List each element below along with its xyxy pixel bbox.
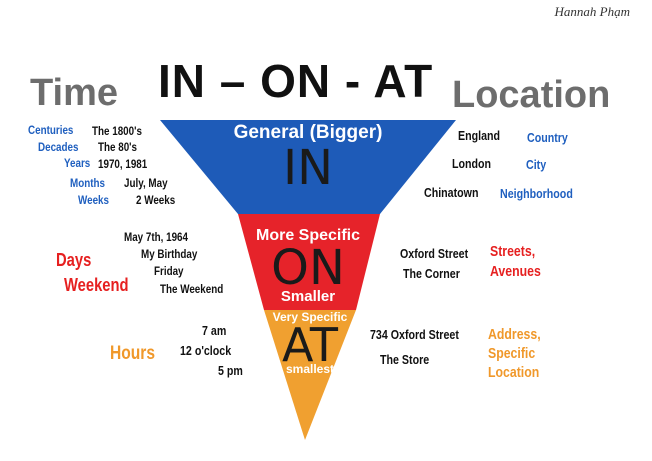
in-time-example: The 1800's bbox=[92, 124, 142, 138]
in-place: Chinatown bbox=[424, 185, 479, 200]
at-time-example: 5 pm bbox=[218, 363, 243, 378]
on-time-example: The Weekend bbox=[160, 282, 224, 296]
in-time-unit: Months bbox=[70, 176, 105, 190]
main-title: IN – ON - AT bbox=[158, 55, 434, 107]
at-place: 734 Oxford Street bbox=[370, 327, 459, 342]
in-place-type: Neighborhood bbox=[500, 186, 573, 201]
on-place-type: Avenues bbox=[490, 263, 541, 280]
on-place: Oxford Street bbox=[400, 246, 469, 261]
at-time-example: 7 am bbox=[202, 323, 227, 338]
time-heading: Time bbox=[30, 72, 119, 114]
in-time-unit: Weeks bbox=[78, 193, 110, 207]
in-time-example: The 80's bbox=[98, 140, 137, 154]
at-time-example: 12 o'clock bbox=[180, 343, 232, 358]
at-place-type: Location bbox=[488, 364, 540, 381]
on-place-type: Streets, bbox=[490, 243, 536, 260]
on-time-example: May 7th, 1964 bbox=[124, 230, 188, 244]
in-time-unit: Years bbox=[64, 156, 91, 170]
on-time-unit: Weekend bbox=[64, 275, 129, 295]
at-place-type: Address, bbox=[488, 326, 541, 343]
in-place: England bbox=[458, 128, 501, 143]
location-heading: Location bbox=[452, 74, 611, 116]
author-name: Hannah Phạm bbox=[554, 4, 630, 19]
on-label-bottom: Smaller bbox=[280, 288, 336, 305]
on-place: The Corner bbox=[403, 266, 460, 281]
at-time-unit: Hours bbox=[110, 343, 156, 364]
on-time-example: Friday bbox=[154, 264, 184, 278]
in-time-unit: Centuries bbox=[28, 123, 74, 137]
in-place-type: City bbox=[526, 157, 547, 172]
at-place-type: Specific bbox=[488, 345, 536, 362]
on-time-unit: Days bbox=[56, 250, 92, 270]
on-time-example: My Birthday bbox=[141, 247, 198, 261]
at-place: The Store bbox=[380, 352, 430, 367]
in-place: London bbox=[452, 156, 492, 171]
in-place-type: Country bbox=[527, 130, 568, 145]
in-time-unit: Decades bbox=[38, 140, 79, 154]
in-time-example: 1970, 1981 bbox=[98, 157, 148, 171]
in-word: IN bbox=[282, 140, 334, 196]
in-time-example: 2 Weeks bbox=[136, 193, 176, 207]
in-time-example: July, May bbox=[124, 176, 168, 190]
